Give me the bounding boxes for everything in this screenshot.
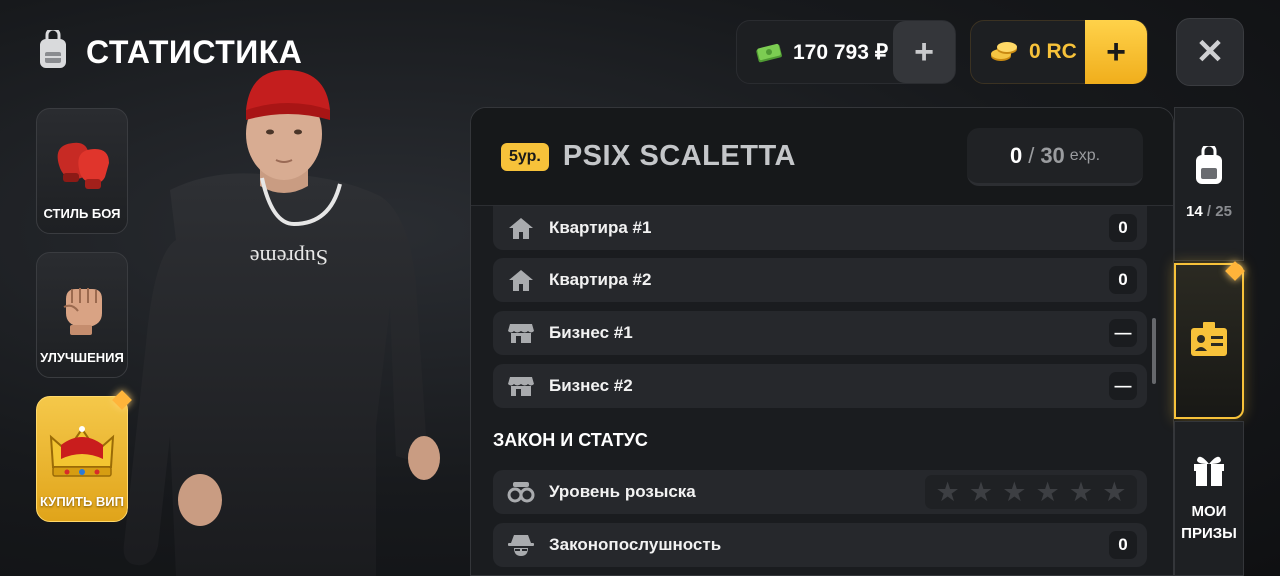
- row-value: 0: [1109, 531, 1137, 559]
- close-button[interactable]: ✕: [1176, 18, 1244, 86]
- detective-icon: [507, 531, 535, 559]
- star-icon: ★: [1002, 476, 1027, 507]
- prizes-label-line2: ПРИЗЫ: [1181, 525, 1237, 542]
- row-value: —: [1109, 372, 1137, 400]
- player-name: PSIX SCALETTA: [562, 140, 796, 172]
- buy-vip-label: КУПИТЬ ВИП: [39, 494, 124, 509]
- level-badge: 5ур.: [501, 142, 549, 171]
- buy-vip-button[interactable]: КУПИТЬ ВИП: [36, 390, 132, 522]
- exp-max: 30: [1040, 142, 1065, 168]
- row-label: Квартира #1: [549, 218, 652, 237]
- upgrades-label: УЛУЧШЕНИЯ: [40, 350, 124, 365]
- star-icon: ★: [1035, 476, 1060, 507]
- row-label: Уровень розыска: [549, 482, 696, 501]
- star-icon: ★: [935, 476, 960, 507]
- boxing-gloves-icon: [49, 135, 115, 198]
- prizes-label-line1: МОИ: [1191, 503, 1227, 520]
- coins-icon: [989, 40, 1019, 64]
- page-header: СТАТИСТИКА: [36, 27, 303, 75]
- exp-separator: /: [1028, 142, 1035, 168]
- money-value: 170 793 ₽: [793, 40, 889, 64]
- inventory-separator: /: [1206, 202, 1212, 220]
- inventory-current: 14: [1186, 202, 1203, 220]
- crown-icon: [47, 423, 117, 486]
- list-item-business-2: Бизнес #2 —: [493, 364, 1147, 408]
- id-card-icon: [1189, 320, 1229, 363]
- fight-style-label: СТИЛЬ БОЯ: [43, 206, 121, 221]
- handcuffs-icon: [507, 478, 535, 506]
- law-section-title: ЗАКОН И СТАТУС: [493, 430, 648, 450]
- scrollbar[interactable]: [1152, 318, 1156, 384]
- star-icon: ★: [1068, 476, 1094, 507]
- row-label: Бизнес #1: [549, 323, 633, 342]
- row-value: —: [1109, 319, 1137, 347]
- house-icon: [507, 214, 535, 242]
- upgrades-button[interactable]: УЛУЧШЕНИЯ: [36, 252, 128, 378]
- player-header: 5ур. PSIX SCALETTA 0 / 30 exp.: [471, 108, 1173, 206]
- stats-panel: 5ур. PSIX SCALETTA 0 / 30 exp. Квартира …: [470, 107, 1174, 576]
- shop-icon: [507, 372, 535, 400]
- page-title: СТАТИСТИКА: [86, 34, 303, 70]
- fight-style-button[interactable]: СТИЛЬ БОЯ: [36, 108, 128, 234]
- experience-counter: 0 / 30 exp.: [967, 128, 1143, 186]
- exp-unit: exp.: [1069, 146, 1101, 164]
- backpack-icon: [1192, 143, 1226, 191]
- gift-icon: [1191, 452, 1227, 493]
- shop-icon: [507, 319, 535, 347]
- svg-text:Supreme: Supreme: [250, 245, 328, 270]
- add-coins-button[interactable]: +: [1085, 20, 1147, 84]
- inventory-max: 25: [1215, 202, 1232, 220]
- row-value: 0: [1109, 266, 1137, 294]
- tab-stats[interactable]: [1174, 261, 1245, 419]
- coins-value: 0 RC: [1029, 40, 1077, 63]
- row-label: Законопослушность: [549, 535, 722, 554]
- house-icon: [507, 266, 535, 294]
- star-icon: ★: [968, 476, 994, 507]
- row-label: Квартира #2: [549, 270, 652, 289]
- exp-current: 0: [1009, 142, 1023, 168]
- list-item-business-1: Бизнес #1 —: [493, 311, 1147, 355]
- wanted-stars: ★ ★ ★ ★ ★ ★: [925, 475, 1137, 509]
- add-money-button[interactable]: +: [893, 21, 955, 83]
- star-icon: ★: [1102, 476, 1127, 507]
- backpack-icon: [36, 27, 70, 75]
- list-item-law-abidance: Законопослушность 0: [493, 523, 1147, 567]
- new-badge-icon: [1225, 261, 1245, 281]
- list-item-apartment-1: Квартира #1 0: [493, 206, 1147, 250]
- player-character: Supreme: [120, 70, 460, 576]
- row-label: Бизнес #2: [549, 376, 633, 395]
- tab-inventory[interactable]: 14 / 25: [1174, 107, 1244, 261]
- fist-icon: [52, 277, 112, 342]
- list-item-apartment-2: Квартира #2 0: [493, 258, 1147, 302]
- row-value: 0: [1109, 214, 1137, 242]
- cash-icon: [755, 41, 783, 63]
- tab-my-prizes[interactable]: МОИ ПРИЗЫ: [1174, 421, 1244, 576]
- list-item-wanted-level: Уровень розыска ★ ★ ★ ★ ★ ★: [493, 470, 1147, 514]
- inventory-count: 14 / 25: [1186, 201, 1232, 223]
